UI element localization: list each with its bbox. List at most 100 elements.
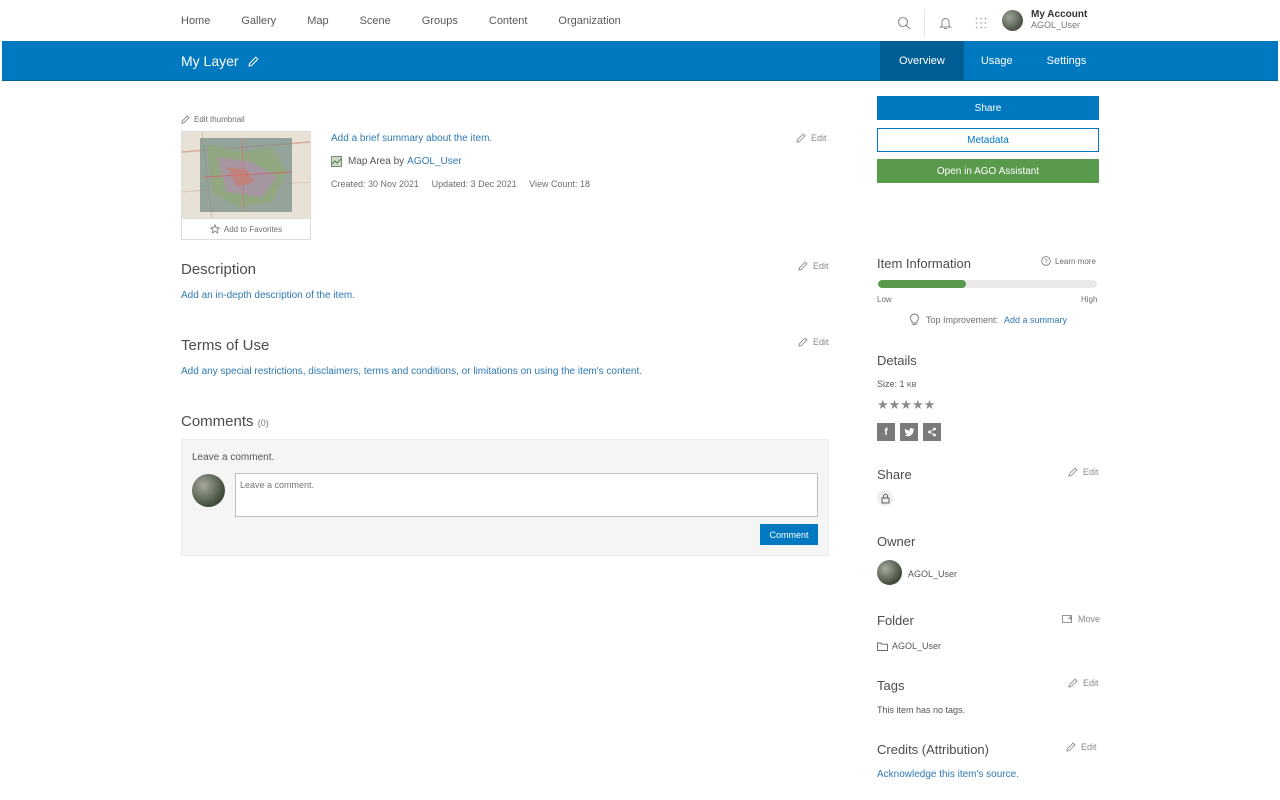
open-ago-assistant-button[interactable]: Open in AGO Assistant xyxy=(877,159,1099,183)
size-unit: KB xyxy=(907,382,917,389)
comments-heading: Comments (0) xyxy=(181,413,269,430)
edit-credits-button[interactable]: Edit xyxy=(1066,742,1097,752)
owner-name[interactable]: AGOL_User xyxy=(908,569,957,579)
folder-heading: Folder xyxy=(877,613,914,628)
pencil-icon xyxy=(798,261,808,271)
add-summary-improvement-link[interactable]: Add a summary xyxy=(1004,315,1067,325)
comment-panel: Leave a comment. Comment xyxy=(181,439,829,556)
edit-description-button[interactable]: Edit xyxy=(798,261,829,271)
folder-icon xyxy=(877,642,888,651)
bell-icon[interactable] xyxy=(934,12,956,34)
pencil-icon xyxy=(1068,467,1078,477)
svg-text:?: ? xyxy=(1044,259,1048,265)
folder-name: AGOL_User xyxy=(877,641,941,651)
updated-date: Updated: 3 Dec 2021 xyxy=(431,179,517,189)
nav-content[interactable]: Content xyxy=(489,15,528,27)
facebook-icon[interactable]: f xyxy=(877,423,895,441)
edit-title-icon[interactable] xyxy=(247,55,259,67)
nav-organization[interactable]: Organization xyxy=(558,15,620,27)
nav-map[interactable]: Map xyxy=(307,15,328,27)
edit-share-button[interactable]: Edit xyxy=(1068,467,1099,477)
no-tags-text: This item has no tags. xyxy=(877,705,966,715)
help-icon: ? xyxy=(1041,256,1051,266)
add-description-link[interactable]: Add an in-depth description of the item. xyxy=(181,290,355,301)
lightbulb-icon xyxy=(910,313,919,325)
move-folder-button[interactable]: Move xyxy=(1062,614,1100,624)
item-info-progress-fill xyxy=(878,280,966,288)
item-info-progress xyxy=(878,280,1097,288)
owner-link[interactable]: AGOL_User xyxy=(407,156,461,167)
account-menu[interactable]: My Account AGOL_User xyxy=(1002,9,1087,31)
folder-name-label: AGOL_User xyxy=(892,641,942,651)
edit-label: Edit xyxy=(813,261,829,271)
pencil-icon xyxy=(796,133,806,143)
apps-grid-icon[interactable] xyxy=(970,12,992,34)
move-label: Move xyxy=(1078,614,1101,624)
edit-label: Edit xyxy=(811,133,827,143)
search-icon[interactable] xyxy=(893,12,915,34)
map-area-icon xyxy=(331,156,342,167)
rating-stars[interactable]: ★★★★★ xyxy=(877,397,935,413)
item-type-label: Map Area by xyxy=(348,156,405,167)
pencil-icon xyxy=(798,337,808,347)
page-title: My Layer xyxy=(181,53,239,69)
share-link-icon[interactable] xyxy=(923,423,941,441)
thumbnail-card: Add to Favorites xyxy=(181,131,311,240)
avatar xyxy=(192,474,225,507)
avatar xyxy=(877,560,902,585)
add-to-favorites-label: Add to Favorites xyxy=(223,224,283,234)
edit-label: Edit xyxy=(1083,467,1099,477)
avatar xyxy=(1002,9,1023,31)
item-dates: Created: 30 Nov 2021 Updated: 3 Dec 2021… xyxy=(331,179,600,189)
metadata-button[interactable]: Metadata xyxy=(877,128,1099,152)
edit-thumbnail-link[interactable]: Edit thumbnail xyxy=(181,115,245,124)
twitter-icon[interactable] xyxy=(900,423,918,441)
account-name: My Account xyxy=(1031,9,1088,20)
owner-heading: Owner xyxy=(877,534,916,549)
item-tabs: Overview Usage Settings xyxy=(880,41,1103,81)
nav-scene[interactable]: Scene xyxy=(360,15,391,27)
tab-settings[interactable]: Settings xyxy=(1030,41,1104,81)
share-heading: Share xyxy=(877,467,912,482)
item-banner: My Layer Overview Usage Settings xyxy=(2,41,1278,81)
size-value: Size: 1 xyxy=(877,379,905,389)
top-improvement: Top Improvement: Add a summary xyxy=(909,313,1067,326)
nav-groups[interactable]: Groups xyxy=(422,15,458,27)
comment-input[interactable] xyxy=(235,473,818,517)
tab-overview[interactable]: Overview xyxy=(880,41,964,81)
map-thumbnail[interactable] xyxy=(182,132,310,218)
top-improvement-label: Top Improvement: xyxy=(926,314,999,325)
nav-gallery[interactable]: Gallery xyxy=(241,15,276,27)
move-icon xyxy=(1062,615,1073,623)
progress-low-label: Low xyxy=(877,295,892,304)
edit-terms-button[interactable]: Edit xyxy=(798,337,829,347)
learn-more-label: Learn more xyxy=(1055,256,1096,266)
nav-home[interactable]: Home xyxy=(181,15,210,27)
top-navigation: Home Gallery Map Scene Groups Content Or… xyxy=(0,0,1280,41)
edit-label: Edit xyxy=(1083,678,1099,688)
account-username: AGOL_User xyxy=(1031,20,1081,30)
social-share: f xyxy=(877,423,941,441)
lock-icon xyxy=(877,490,893,506)
created-date: Created: 30 Nov 2021 xyxy=(331,179,420,189)
tab-usage[interactable]: Usage xyxy=(964,41,1030,81)
item-type: Map Area by AGOL_User xyxy=(331,156,462,167)
nav-divider xyxy=(924,9,925,37)
nav-menu: Home Gallery Map Scene Groups Content Or… xyxy=(181,15,652,27)
pencil-icon xyxy=(1066,742,1076,752)
edit-summary-button[interactable]: Edit xyxy=(796,133,827,143)
edit-label: Edit xyxy=(813,337,829,347)
share-button[interactable]: Share xyxy=(877,96,1099,120)
credits-heading: Credits (Attribution) xyxy=(877,742,989,757)
learn-more-link[interactable]: ? Learn more xyxy=(1041,256,1096,266)
star-icon xyxy=(209,224,220,234)
comments-title: Comments xyxy=(181,413,254,430)
comment-button[interactable]: Comment xyxy=(760,524,818,545)
leave-comment-label: Leave a comment. xyxy=(192,452,275,463)
add-to-favorites-button[interactable]: Add to Favorites xyxy=(182,218,310,239)
details-heading: Details xyxy=(877,353,917,368)
add-terms-link[interactable]: Add any special restrictions, disclaimer… xyxy=(181,366,642,377)
add-summary-link[interactable]: Add a brief summary about the item. xyxy=(331,133,492,144)
edit-tags-button[interactable]: Edit xyxy=(1068,678,1099,688)
acknowledge-source-link[interactable]: Acknowledge this item's source. xyxy=(877,769,1019,780)
